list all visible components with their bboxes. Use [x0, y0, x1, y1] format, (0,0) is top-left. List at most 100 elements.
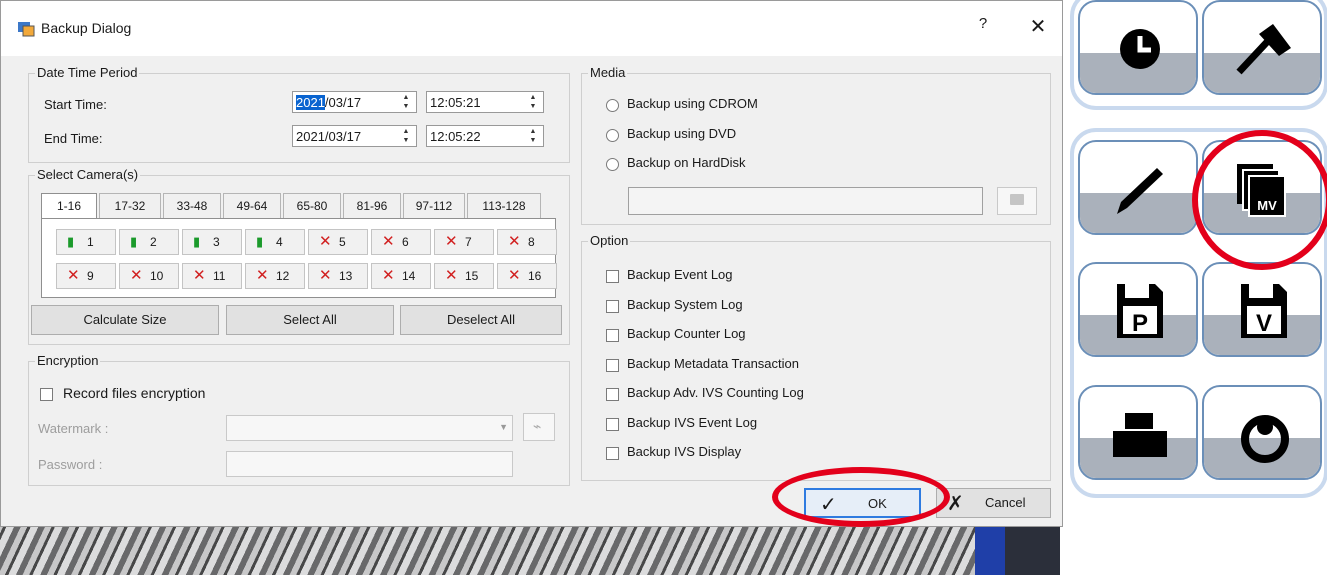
- camera-offline-icon: ✕: [319, 233, 332, 250]
- camera-tab-49-64[interactable]: 49-64: [223, 193, 281, 219]
- media-radio-dvd[interactable]: [606, 129, 619, 142]
- camera-button[interactable]: ✕ 8: [497, 229, 557, 255]
- camera-number: 12: [276, 269, 290, 283]
- media-option-cdrom: Backup using CDROM: [627, 96, 758, 111]
- record-encryption-checkbox[interactable]: [40, 388, 53, 401]
- camera-tab-65-80[interactable]: 65-80: [283, 193, 341, 219]
- camera-button[interactable]: ✕ 13: [308, 263, 368, 289]
- camera-number: 11: [213, 269, 226, 283]
- camera-button[interactable]: ▮ 4: [245, 229, 305, 255]
- start-date-rest: /03/17: [324, 95, 362, 110]
- option-label: Backup System Log: [627, 296, 743, 312]
- spinner-arrows-icon[interactable]: ▲ ▼: [525, 93, 541, 111]
- camera-number: 2: [150, 235, 157, 249]
- camera-offline-icon: ✕: [508, 267, 521, 284]
- spinner-arrows-icon[interactable]: ▲ ▼: [398, 93, 414, 111]
- option-label: Backup Event Log: [627, 267, 733, 282]
- cancel-button[interactable]: ✗ Cancel: [936, 488, 1051, 518]
- camera-button[interactable]: ✕ 16: [497, 263, 557, 289]
- camera-button[interactable]: ✕ 10: [119, 263, 179, 289]
- option-checkbox[interactable]: [606, 388, 619, 401]
- camera-group-label: Select Camera(s): [35, 167, 141, 182]
- camera-button[interactable]: ✕ 15: [434, 263, 494, 289]
- harddisk-path-field[interactable]: [628, 187, 983, 215]
- camera-tab-33-48[interactable]: 33-48: [163, 193, 221, 219]
- floppy-v-icon: V: [1241, 284, 1287, 338]
- camera-button[interactable]: ▮ 2: [119, 229, 179, 255]
- floppy-p-icon: P: [1117, 284, 1163, 338]
- camera-tab-113-128[interactable]: 113-128: [467, 193, 541, 219]
- spinner-arrows-icon[interactable]: ▲ ▼: [398, 127, 414, 145]
- option-checkbox[interactable]: [606, 299, 619, 313]
- camera-number: 5: [339, 235, 346, 249]
- camera-offline-icon: ✕: [319, 267, 332, 284]
- tools-tool-button[interactable]: [1202, 0, 1322, 95]
- camera-tab-1-16[interactable]: 1-16: [41, 193, 97, 221]
- option-checkbox[interactable]: [606, 270, 619, 283]
- media-option-harddisk: Backup on HardDisk: [627, 155, 746, 170]
- camera-offline-icon: ✕: [382, 233, 395, 250]
- cancel-label: Cancel: [985, 495, 1026, 510]
- start-time-spinner[interactable]: 12:05:21 ▲ ▼: [426, 91, 544, 113]
- hammer-icon: [1236, 24, 1291, 75]
- camera-offline-icon: ✕: [382, 267, 395, 284]
- camera-button[interactable]: ✕ 11: [182, 263, 242, 289]
- camera-connected-icon: ▮: [67, 234, 75, 249]
- camera-button[interactable]: ✕ 6: [371, 229, 431, 255]
- camera-button[interactable]: ▮ 1: [56, 229, 116, 255]
- camera-number: 14: [402, 269, 416, 283]
- deselect-all-button[interactable]: Deselect All: [400, 305, 562, 335]
- playback-p-tool-button[interactable]: P: [1078, 262, 1198, 357]
- option-group-label: Option: [588, 233, 631, 248]
- end-date-spinner[interactable]: 2021/03/17 ▲ ▼: [292, 125, 417, 147]
- media-radio-harddisk[interactable]: [606, 158, 619, 171]
- start-date-spinner[interactable]: 2021/03/17 ▲ ▼: [292, 91, 417, 113]
- camera-button[interactable]: ✕ 7: [434, 229, 494, 255]
- camera-number: 8: [528, 235, 535, 249]
- clock-icon: [1120, 29, 1160, 69]
- playback-v-tool-button[interactable]: V: [1202, 262, 1322, 357]
- camera-button[interactable]: ▮ 3: [182, 229, 242, 255]
- camera-grid: ▮ 1 ▮ 2 ▮ 3 ▮ 4 ✕ 5 ✕ 6 ✕ 7 ✕ 8 ✕ 9 ✕ 10 ✕ 11 ✕ 12 ✕ 13 ✕ 14 ✕ 15 ✕ 16: [41, 218, 557, 298]
- camera-number: 10: [150, 269, 164, 283]
- camera-button[interactable]: ✕ 5: [308, 229, 368, 255]
- media-radio-cdrom[interactable]: [606, 99, 619, 112]
- app-icon: [18, 22, 35, 37]
- watermark-select[interactable]: ▼: [226, 415, 513, 441]
- browse-folder-button[interactable]: [997, 187, 1037, 215]
- camera-button[interactable]: ✕ 14: [371, 263, 431, 289]
- option-checkbox[interactable]: [606, 358, 619, 372]
- dialog-title: Backup Dialog: [41, 20, 132, 36]
- camera-tab-81-96[interactable]: 81-96: [343, 193, 401, 219]
- option-checkbox[interactable]: [606, 447, 619, 460]
- encryption-group-label: Encryption: [35, 353, 101, 368]
- multi-video-icon: MV: [1237, 164, 1286, 217]
- watermark-attach-button[interactable]: ⌁: [523, 413, 555, 441]
- option-label: Backup Adv. IVS Counting Log: [627, 385, 804, 400]
- backup-mv-tool-button[interactable]: MV: [1202, 140, 1322, 235]
- select-all-button[interactable]: Select All: [226, 305, 394, 335]
- option-checkbox[interactable]: [606, 417, 619, 431]
- end-time-spinner[interactable]: 12:05:22 ▲ ▼: [426, 125, 544, 147]
- camera-number: 1: [87, 235, 94, 249]
- folder-icon: [1010, 194, 1024, 205]
- schedule-tool-button[interactable]: [1078, 0, 1198, 95]
- camera-tab-97-112[interactable]: 97-112: [403, 193, 465, 219]
- camera-tab-17-32[interactable]: 17-32: [99, 193, 161, 219]
- camera-button[interactable]: ✕ 12: [245, 263, 305, 289]
- view-tool-button[interactable]: [1202, 385, 1322, 480]
- password-field[interactable]: [226, 451, 513, 477]
- ok-button[interactable]: ✓ OK: [804, 488, 921, 518]
- spinner-arrows-icon[interactable]: ▲ ▼: [525, 127, 541, 145]
- calculate-size-button[interactable]: Calculate Size: [31, 305, 219, 335]
- camera-offline-icon: ✕: [67, 267, 80, 284]
- camera-offline-icon: ✕: [508, 233, 521, 250]
- help-button[interactable]: ?: [971, 15, 995, 41]
- edit-tool-button[interactable]: [1078, 140, 1198, 235]
- camera-button[interactable]: ✕ 9: [56, 263, 116, 289]
- option-checkbox[interactable]: [606, 329, 619, 342]
- print-tool-button[interactable]: [1078, 385, 1198, 480]
- close-button[interactable]: ✕: [1024, 13, 1052, 41]
- camera-number: 4: [276, 235, 283, 249]
- date-time-group-label: Date Time Period: [35, 65, 140, 80]
